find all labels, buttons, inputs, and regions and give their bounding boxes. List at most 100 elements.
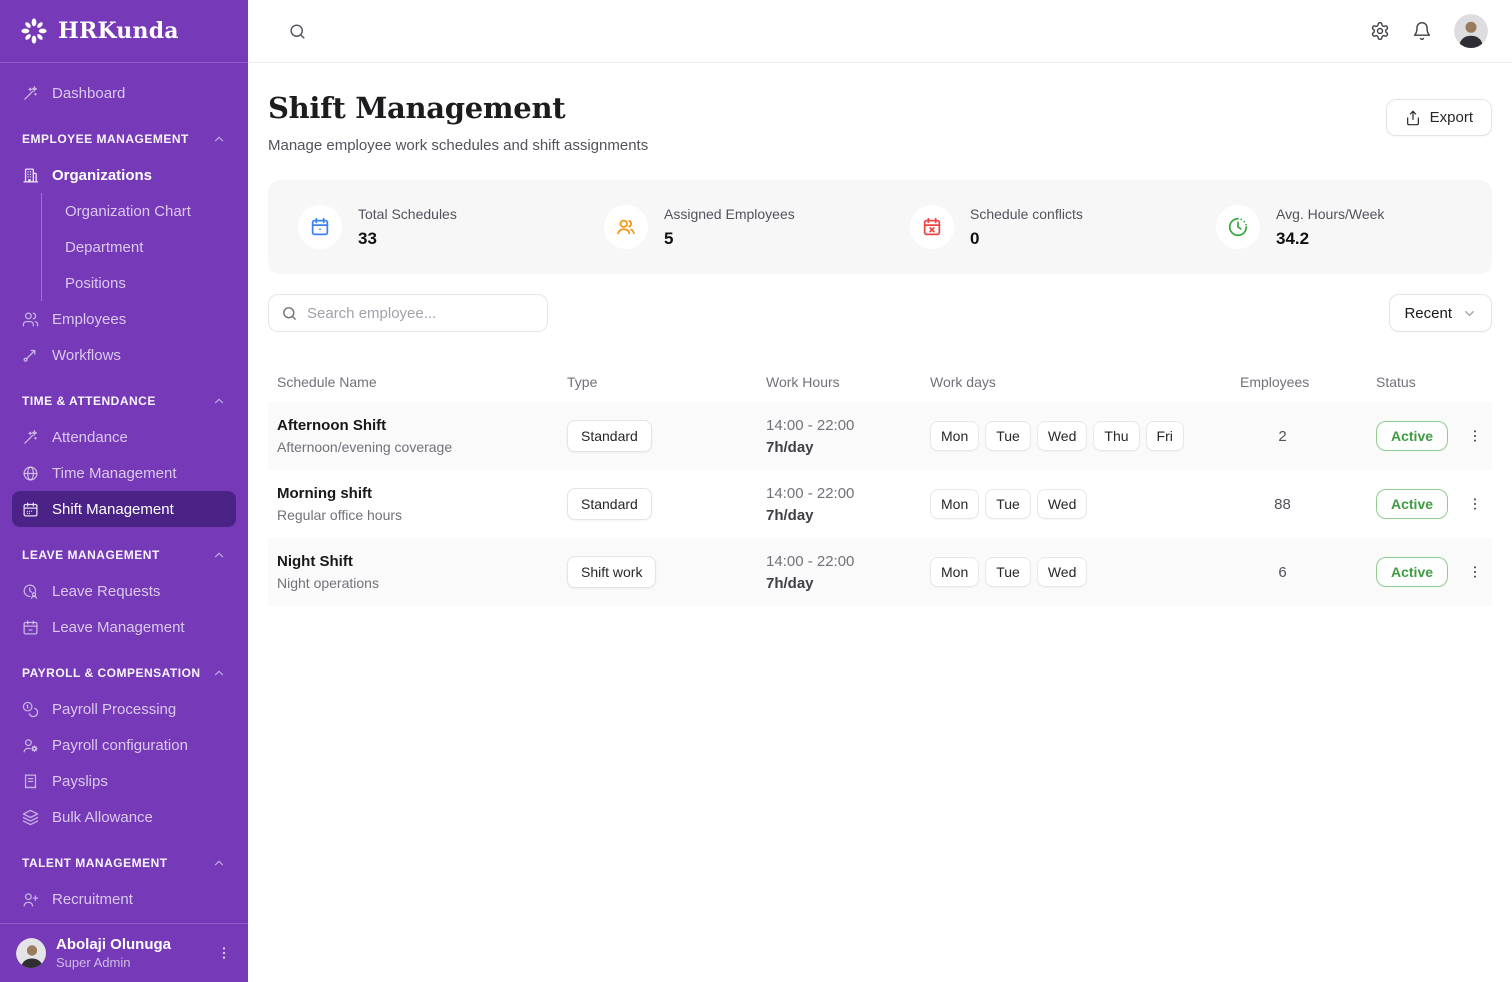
search-icon	[281, 305, 298, 322]
chevron-down-icon	[1462, 306, 1477, 321]
sidebar-item-label: Dashboard	[52, 85, 125, 102]
type-badge: Shift work	[567, 556, 656, 588]
profile-avatar[interactable]	[1454, 14, 1488, 48]
layers-icon	[22, 809, 39, 826]
sidebar-item-label: Shift Management	[52, 501, 174, 518]
type-cell: Shift work	[558, 556, 757, 588]
sidebar-item-leave-requests[interactable]: Leave Requests	[12, 573, 236, 609]
stat-value: 5	[664, 229, 795, 249]
sidebar-item-organization-chart[interactable]: Organization Chart	[42, 193, 236, 229]
type-cell: Standard	[558, 488, 757, 520]
page-subtitle: Manage employee work schedules and shift…	[268, 137, 648, 154]
day-chip: Tue	[985, 557, 1031, 587]
work-hours-cell: 14:00 - 22:00 7h/day	[757, 417, 921, 456]
hours-per-day: 7h/day	[766, 507, 921, 524]
schedule-name: Morning shift	[277, 485, 558, 502]
chevron-up-icon	[212, 132, 226, 146]
row-menu-kebab-icon[interactable]	[1457, 496, 1492, 512]
sidebar-item-workflows[interactable]: Workflows	[12, 337, 236, 373]
schedule-name: Afternoon Shift	[277, 417, 558, 434]
user-name: Abolaji Olunuga	[56, 936, 206, 953]
table-header-row: Schedule Name Type Work Hours Work days …	[268, 362, 1492, 402]
sidebar-item-label: Payroll Processing	[52, 701, 176, 718]
sidebar-item-label: Workflows	[52, 347, 121, 364]
stat-label: Avg. Hours/Week	[1276, 206, 1384, 222]
stats-bar: Total Schedules 33 Assigned Employees 5	[268, 180, 1492, 274]
sidebar-item-label: Recruitment	[52, 891, 133, 908]
sub-item-label: Department	[65, 239, 143, 256]
filter-row: Recent	[268, 294, 1492, 332]
sidebar-item-recruitment[interactable]: Recruitment	[12, 881, 236, 917]
topbar-actions	[1370, 14, 1488, 48]
notifications-bell-icon[interactable]	[1412, 21, 1432, 41]
sidebar-section-time-attendance[interactable]: TIME & ATTENDANCE	[12, 383, 236, 419]
col-type: Type	[558, 374, 757, 390]
trending-up-icon	[22, 347, 39, 364]
user-menu-kebab-icon[interactable]	[216, 945, 232, 961]
building-icon	[22, 167, 39, 184]
table-row[interactable]: Morning shift Regular office hours Stand…	[268, 470, 1492, 538]
search-input[interactable]	[307, 305, 535, 322]
sidebar-section-talent-management[interactable]: TALENT MANAGEMENT	[12, 845, 236, 881]
col-status: Status	[1367, 374, 1457, 390]
chevron-up-icon	[212, 666, 226, 680]
wand-icon	[22, 85, 39, 102]
sidebar-item-employees[interactable]: Employees	[12, 301, 236, 337]
sidebar-item-shift-management[interactable]: Shift Management	[12, 491, 236, 527]
sidebar-item-department[interactable]: Department	[42, 229, 236, 265]
users-icon	[604, 205, 648, 249]
hours-per-day: 7h/day	[766, 439, 921, 456]
day-chip: Thu	[1093, 421, 1139, 451]
hours-range: 14:00 - 22:00	[766, 417, 921, 434]
sidebar-item-bulk-allowance[interactable]: Bulk Allowance	[12, 799, 236, 835]
stat-label: Assigned Employees	[664, 206, 795, 222]
sidebar-section-employee-management[interactable]: EMPLOYEE MANAGEMENT	[12, 121, 236, 157]
user-plus-icon	[22, 891, 39, 908]
sidebar-item-label: Organizations	[52, 167, 152, 184]
stat-value: 34.2	[1276, 229, 1384, 249]
topbar-search-icon[interactable]	[288, 22, 307, 41]
settings-gear-icon[interactable]	[1370, 21, 1390, 41]
day-chip: Wed	[1037, 421, 1088, 451]
work-hours-cell: 14:00 - 22:00 7h/day	[757, 485, 921, 524]
section-label: TALENT MANAGEMENT	[22, 856, 168, 870]
users-icon	[22, 311, 39, 328]
sidebar-user-panel[interactable]: Abolaji Olunuga Super Admin	[0, 923, 248, 982]
day-chip: Mon	[930, 557, 979, 587]
day-chip: Wed	[1037, 489, 1088, 519]
section-label: LEAVE MANAGEMENT	[22, 548, 160, 562]
sidebar-section-payroll-compensation[interactable]: PAYROLL & COMPENSATION	[12, 655, 236, 691]
section-label: TIME & ATTENDANCE	[22, 394, 156, 408]
page-header: Shift Management Manage employee work sc…	[268, 91, 1492, 154]
user-gear-icon	[22, 737, 39, 754]
row-menu-kebab-icon[interactable]	[1457, 428, 1492, 444]
table-row[interactable]: Night Shift Night operations Shift work …	[268, 538, 1492, 606]
topbar	[248, 0, 1512, 63]
status-badge: Active	[1376, 557, 1448, 587]
sub-item-label: Organization Chart	[65, 203, 191, 220]
export-button[interactable]: Export	[1386, 99, 1492, 136]
status-badge: Active	[1376, 421, 1448, 451]
sidebar-item-organizations[interactable]: Organizations	[12, 157, 236, 193]
sidebar-item-positions[interactable]: Positions	[42, 265, 236, 301]
stat-value: 0	[970, 229, 1083, 249]
sidebar-item-time-management[interactable]: Time Management	[12, 455, 236, 491]
coins-icon	[22, 701, 39, 718]
sort-dropdown-label: Recent	[1404, 305, 1452, 322]
sidebar-section-leave-management[interactable]: LEAVE MANAGEMENT	[12, 537, 236, 573]
sidebar-item-payslips[interactable]: Payslips	[12, 763, 236, 799]
row-menu-kebab-icon[interactable]	[1457, 564, 1492, 580]
share-upload-icon	[1405, 110, 1421, 126]
main-area: Shift Management Manage employee work sc…	[248, 0, 1512, 982]
table-row[interactable]: Afternoon Shift Afternoon/evening covera…	[268, 402, 1492, 470]
col-work-hours: Work Hours	[757, 374, 921, 390]
sidebar-item-attendance[interactable]: Attendance	[12, 419, 236, 455]
sidebar-item-payroll-configuration[interactable]: Payroll configuration	[12, 727, 236, 763]
sidebar-item-leave-management[interactable]: Leave Management	[12, 609, 236, 645]
sidebar-item-payroll-processing[interactable]: Payroll Processing	[12, 691, 236, 727]
stat-label: Total Schedules	[358, 206, 457, 222]
sidebar-item-dashboard[interactable]: Dashboard	[12, 75, 236, 111]
sort-dropdown[interactable]: Recent	[1389, 294, 1492, 332]
sidebar-item-label: Attendance	[52, 429, 128, 446]
employees-count: 88	[1231, 496, 1367, 513]
